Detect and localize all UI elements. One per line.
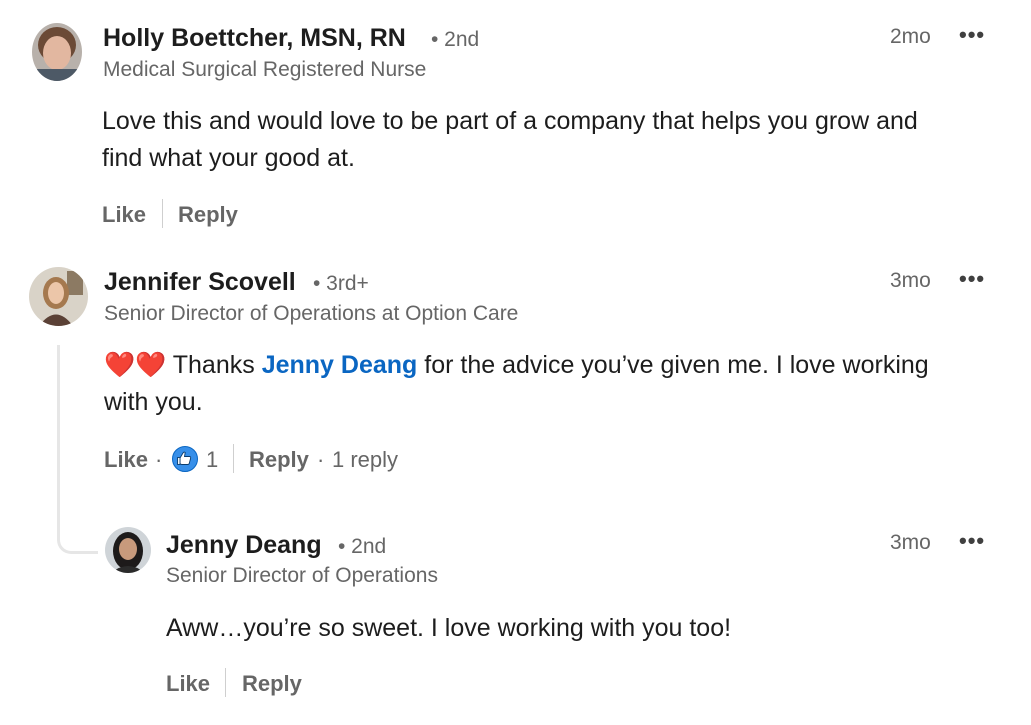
heart-emoji: ❤️❤️: [104, 351, 167, 379]
reply-button[interactable]: Reply: [242, 671, 302, 697]
commenter-headline: Senior Director of Operations: [166, 564, 438, 587]
commenter-name[interactable]: Jennifer Scovell: [104, 268, 296, 297]
mention-link[interactable]: Jenny Deang: [262, 351, 418, 379]
reaction-count[interactable]: 1: [206, 447, 218, 473]
avatar-holly[interactable]: [32, 23, 82, 81]
comment-text-line: ❤️❤️ Thanks Jenny Deang for the advice y…: [104, 347, 1004, 384]
avatar-jennifer[interactable]: [29, 267, 88, 326]
action-divider: [162, 199, 163, 228]
commenter-name[interactable]: Holly Boettcher, MSN, RN: [103, 24, 406, 53]
avatar-jennifer-image: [29, 267, 88, 326]
connection-degree: • 2nd: [431, 28, 480, 51]
more-options-button[interactable]: •••: [959, 528, 985, 554]
commenter-headline: Medical Surgical Registered Nurse: [103, 58, 427, 81]
comment-text-line: find what your good at.: [102, 144, 355, 172]
comment-text: Aww…you’re so sweet. I love working with…: [166, 614, 732, 642]
like-button[interactable]: Like: [166, 671, 210, 697]
connection-degree: • 3rd+: [313, 272, 369, 295]
comment-time: 3mo: [890, 269, 931, 292]
dot-separator: ·: [155, 447, 163, 472]
comment-time: 3mo: [890, 531, 931, 554]
like-reaction-icon[interactable]: [172, 446, 198, 472]
avatar-jenny[interactable]: [105, 527, 151, 573]
comment-text: Love this and would love to be part of a…: [102, 103, 1002, 177]
thread-connector: [57, 345, 98, 554]
avatar-jenny-image: [105, 527, 151, 573]
commenter-name[interactable]: Jenny Deang: [166, 531, 322, 560]
comment-time: 2mo: [890, 25, 931, 48]
thumbs-up-icon: [177, 451, 192, 465]
commenter-headline: Senior Director of Operations at Option …: [104, 302, 519, 325]
more-options-button[interactable]: •••: [959, 22, 985, 48]
avatar-holly-image: [32, 23, 82, 81]
like-button[interactable]: Like: [104, 447, 148, 473]
dot-separator: ·: [317, 447, 325, 472]
more-options-button[interactable]: •••: [959, 266, 985, 292]
reply-button[interactable]: Reply: [249, 447, 309, 473]
action-divider: [225, 668, 226, 697]
comment-text-part: Thanks: [166, 351, 262, 379]
action-divider: [233, 444, 234, 473]
reply-button[interactable]: Reply: [178, 202, 238, 228]
connection-degree: • 2nd: [338, 535, 387, 558]
comment-text-part: for the advice you’ve given me. I love w…: [417, 351, 929, 379]
comment-text-line: with you.: [104, 388, 203, 416]
comment-text-line: Love this and would love to be part of a…: [102, 107, 918, 135]
like-button[interactable]: Like: [102, 202, 146, 228]
comment-text: ❤️❤️ Thanks Jenny Deang for the advice y…: [104, 347, 1004, 421]
reply-count-link[interactable]: 1 reply: [332, 447, 398, 473]
